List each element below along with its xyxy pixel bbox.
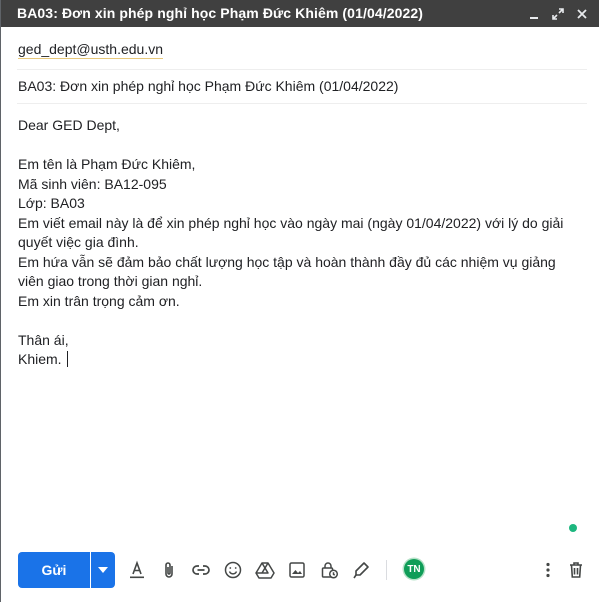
avatar[interactable]: TN: [404, 559, 424, 579]
emoji-button[interactable]: [221, 558, 245, 582]
emoji-icon: [224, 561, 242, 579]
body-line: Em hứa vẫn sẽ đảm bảo chất lượng học tập…: [18, 253, 556, 290]
link-icon: [192, 565, 210, 575]
subject-field[interactable]: BA03: Đơn xin phép nghỉ học Phạm Đức Khi…: [17, 69, 587, 104]
minimize-icon: [530, 17, 538, 19]
caret-down-icon: [98, 567, 108, 573]
window-controls: [524, 4, 592, 24]
send-button[interactable]: Gửi: [18, 552, 90, 588]
body-greeting: Dear GED Dept,: [18, 117, 120, 133]
recipients-field[interactable]: ged_dept@usth.edu.vn: [17, 35, 587, 70]
body-line: Mã sinh viên: BA12-095: [18, 175, 167, 192]
attach-icon: [165, 562, 173, 578]
insert-link-button[interactable]: [189, 558, 213, 582]
body-line: Em xin trân trọng cảm ơn.: [18, 292, 180, 309]
body-signature-line: Khiem.: [18, 350, 583, 370]
insert-photo-button[interactable]: [285, 558, 309, 582]
send-group: Gửi: [18, 552, 115, 588]
confidential-mode-icon: [321, 562, 339, 579]
minimize-button[interactable]: [524, 4, 544, 24]
compose-title: BA03: Đơn xin phép nghỉ học Phạm Đức Khi…: [17, 5, 424, 21]
close-icon: [577, 9, 587, 19]
attach-button[interactable]: [157, 558, 181, 582]
subject-text[interactable]: BA03: Đơn xin phép nghỉ học Phạm Đức Khi…: [18, 78, 398, 94]
message-body[interactable]: Dear GED Dept, Em tên là Phạm Đức Khiêm,…: [18, 116, 583, 370]
body-line: Em viết email này là để xin phép nghỉ họ…: [18, 214, 564, 251]
expand-icon: [552, 8, 564, 20]
recipient-chip[interactable]: ged_dept@usth.edu.vn: [18, 41, 163, 59]
drive-icon: [255, 562, 275, 579]
signature-button[interactable]: [349, 558, 373, 582]
text-caret: [66, 351, 68, 367]
photo-icon: [289, 562, 305, 578]
body-closing: Thân ái,: [18, 331, 69, 348]
send-options-button[interactable]: [91, 552, 115, 588]
status-dot: [569, 524, 577, 532]
fullscreen-button[interactable]: [548, 4, 568, 24]
confidential-mode-button[interactable]: [317, 558, 341, 582]
compose-titlebar[interactable]: BA03: Đơn xin phép nghỉ học Phạm Đức Khi…: [1, 0, 599, 27]
trash-icon: [570, 562, 582, 578]
drive-button[interactable]: [253, 558, 277, 582]
body-line: Em tên là Phạm Đức Khiêm,: [18, 156, 196, 172]
close-button[interactable]: [572, 4, 592, 24]
signature-icon: [353, 562, 369, 579]
more-options-button[interactable]: [536, 558, 560, 582]
compose-toolbar: Gửi TN: [18, 552, 590, 588]
compose-window: BA03: Đơn xin phép nghỉ học Phạm Đức Khi…: [0, 0, 599, 602]
body-signature: Khiem.: [18, 351, 62, 367]
body-line: Lớp: BA03: [18, 195, 85, 211]
discard-draft-button[interactable]: [564, 558, 588, 582]
more-options-icon: [546, 562, 550, 578]
formatting-button[interactable]: [125, 558, 149, 582]
formatting-icon: [130, 560, 144, 579]
toolbar-divider: [386, 560, 387, 580]
